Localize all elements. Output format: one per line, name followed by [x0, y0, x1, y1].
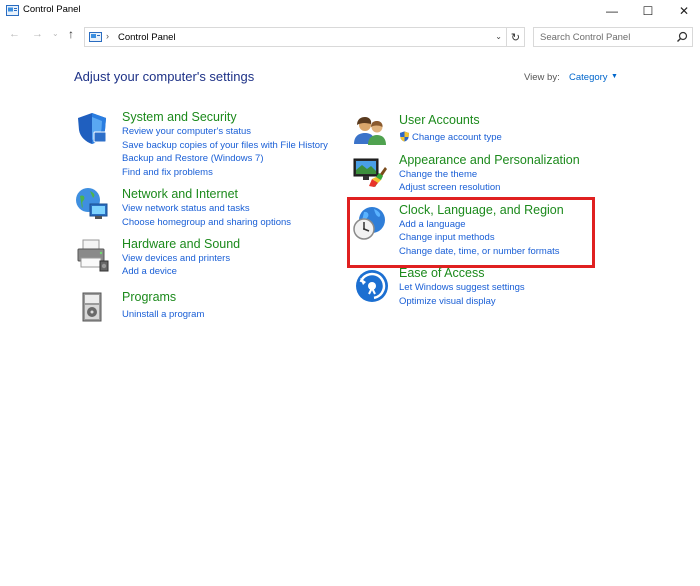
view-by-dropdown[interactable]: Category: [569, 72, 608, 83]
homegroup-sharing-link[interactable]: Choose homegroup and sharing options: [122, 217, 291, 228]
close-icon: ✕: [678, 4, 690, 18]
programs-icon: [82, 292, 102, 322]
maximize-button[interactable]: ☐: [628, 0, 668, 22]
search-box[interactable]: [533, 27, 693, 47]
ease-of-access-title[interactable]: Ease of Access: [399, 266, 484, 280]
change-account-type-link[interactable]: Change account type: [412, 132, 502, 143]
control-panel-icon: [6, 5, 19, 16]
change-theme-link[interactable]: Change the theme: [399, 169, 477, 180]
appearance-personalization-title[interactable]: Appearance and Personalization: [399, 153, 580, 167]
backup-restore-link[interactable]: Backup and Restore (Windows 7): [122, 153, 264, 164]
shield-icon: [78, 113, 107, 144]
address-bar[interactable]: › Control Panel ⌄: [84, 27, 507, 47]
network-status-link[interactable]: View network status and tasks: [122, 203, 250, 214]
caret-down-icon[interactable]: ▼: [611, 73, 618, 80]
chevron-down-icon[interactable]: ⌄: [495, 32, 502, 41]
hardware-and-sound-title[interactable]: Hardware and Sound: [122, 237, 240, 251]
windows-suggest-settings-link[interactable]: Let Windows suggest settings: [399, 282, 525, 293]
network-and-internet-title[interactable]: Network and Internet: [122, 187, 238, 201]
refresh-button[interactable]: ↻: [507, 27, 525, 47]
programs-title[interactable]: Programs: [122, 290, 176, 304]
ease-of-access-icon: [356, 270, 388, 302]
users-icon: [354, 117, 386, 145]
add-device-link[interactable]: Add a device: [122, 266, 177, 277]
search-input[interactable]: [534, 28, 674, 46]
title-bar: Control Panel — ☐ ✕: [0, 0, 700, 22]
minimize-button[interactable]: —: [592, 0, 632, 22]
breadcrumb-separator-icon: ›: [106, 31, 109, 41]
search-icon[interactable]: [676, 31, 688, 43]
network-globe-icon: [76, 188, 108, 219]
maximize-icon: ☐: [642, 4, 654, 18]
devices-printers-link[interactable]: View devices and printers: [122, 253, 230, 264]
close-button[interactable]: ✕: [664, 0, 700, 22]
review-status-link[interactable]: Review your computer's status: [122, 126, 251, 137]
highlight-annotation: [347, 197, 595, 268]
view-by-label: View by:: [524, 72, 560, 83]
optimize-visual-display-link[interactable]: Optimize visual display: [399, 296, 496, 307]
forward-icon[interactable]: →: [32, 28, 43, 40]
page-title: Adjust your computer's settings: [74, 69, 255, 84]
uninstall-program-link[interactable]: Uninstall a program: [122, 309, 204, 320]
user-accounts-title[interactable]: User Accounts: [399, 113, 480, 127]
system-and-security-title[interactable]: System and Security: [122, 110, 237, 124]
refresh-icon: ↻: [510, 31, 521, 44]
up-icon[interactable]: ↑: [68, 27, 74, 41]
breadcrumb[interactable]: Control Panel: [118, 32, 176, 43]
find-fix-problems-link[interactable]: Find and fix problems: [122, 167, 213, 178]
window-title: Control Panel: [23, 4, 81, 15]
appearance-icon: [353, 158, 387, 187]
minimize-icon: —: [606, 4, 618, 18]
screen-resolution-link[interactable]: Adjust screen resolution: [399, 182, 500, 193]
printer-icon: [77, 239, 109, 272]
recent-locations-icon[interactable]: ⌄: [52, 29, 59, 38]
back-icon[interactable]: ←: [9, 28, 20, 40]
uac-shield-icon: [400, 131, 409, 142]
file-history-link[interactable]: Save backup copies of your files with Fi…: [122, 140, 328, 151]
control-panel-icon: [89, 32, 102, 42]
